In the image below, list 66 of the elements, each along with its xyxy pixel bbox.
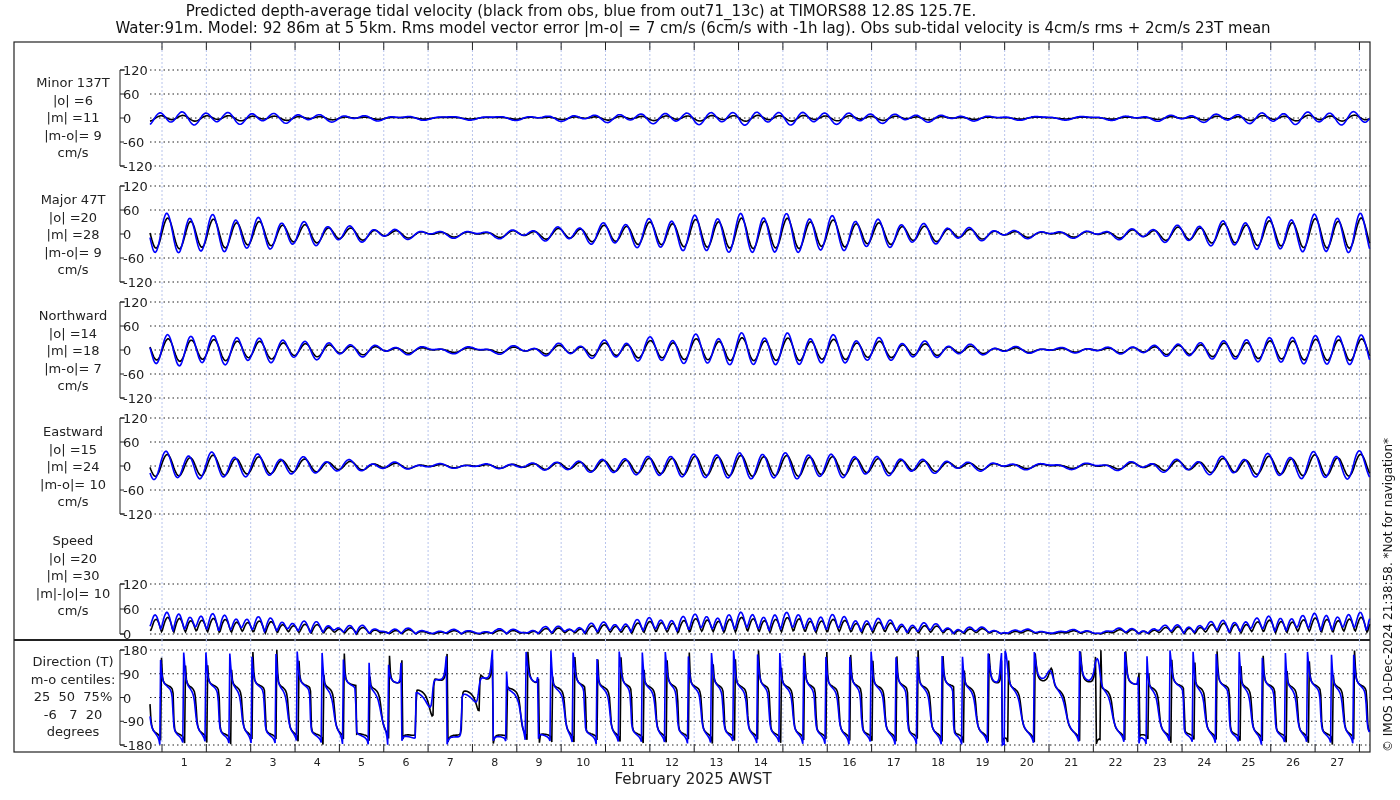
tick-label: 120 <box>123 179 148 194</box>
tick-label: -120 <box>123 159 153 174</box>
tick-label: 120 <box>123 411 148 426</box>
y-axis <box>119 583 126 635</box>
tick-label: 180 <box>123 643 148 658</box>
day-label: 16 <box>842 756 857 769</box>
day-label: 17 <box>886 756 901 769</box>
tick-label: 120 <box>123 63 148 78</box>
day-label: 4 <box>313 756 321 769</box>
panel-label: Major 47T |o| =20 |m| =28 |m-o|= 9 cm/s <box>40 192 106 277</box>
tick-label: 0 <box>123 343 132 358</box>
day-label: 25 <box>1241 756 1256 769</box>
tick-label: -60 <box>123 251 145 266</box>
day-label: 21 <box>1064 756 1079 769</box>
tick-label: 0 <box>123 627 132 642</box>
day-label: 2 <box>225 756 232 769</box>
tick-label: 60 <box>123 203 140 218</box>
tick-label: 60 <box>123 319 140 334</box>
chart-title: Water:91m. Model: 92 86m at 5 5km. Rms model vector error |m-o| = 7 cm/s (6cm/s with -1h lag). Obs sub-tidal velocity is 4cm/s rms + 2cm/s 23T mean <box>115 19 1271 37</box>
day-label: 12 <box>665 756 680 769</box>
tick-label: -120 <box>123 507 153 522</box>
tick-label: -60 <box>123 367 145 382</box>
day-label: 19 <box>975 756 990 769</box>
day-label: 13 <box>709 756 724 769</box>
day-label: 3 <box>269 756 277 769</box>
tick-label: 0 <box>123 459 132 474</box>
copyright-notice: © IMOS 10-Dec-2024 21:38:58. *Not for navigation* <box>1381 437 1395 753</box>
day-label: 26 <box>1285 756 1300 769</box>
day-label: 11 <box>620 756 635 769</box>
panel-label: Northward |o| =14 |m| =18 |m-o|= 7 cm/s <box>38 308 108 393</box>
tick-label: -180 <box>123 738 153 753</box>
tick-label: -90 <box>123 714 145 730</box>
day-label: 7 <box>446 756 454 769</box>
day-label: 1 <box>180 756 188 769</box>
day-label: 9 <box>535 756 543 769</box>
tick-label: -120 <box>123 275 153 290</box>
axis-title: February 2025 AWST <box>614 770 772 788</box>
tick-label: -60 <box>123 135 145 150</box>
tick-label: 0 <box>123 111 132 126</box>
tick-label: -60 <box>123 483 145 498</box>
tick-label: 90 <box>123 666 140 682</box>
day-label: 6 <box>402 756 410 769</box>
tick-label: 60 <box>123 435 140 450</box>
day-label: 10 <box>576 756 591 769</box>
tick-label: 0 <box>123 690 132 706</box>
panel-label: Eastward |o| =15 |m| =24 |m-o|= 10 cm/s <box>40 424 106 509</box>
day-label: 27 <box>1330 756 1345 769</box>
day-label: 5 <box>358 756 366 769</box>
panel-label: Direction (T) m-o centiles: 25 50 75% -6 7 20 degrees <box>30 654 116 739</box>
tick-label: 60 <box>123 87 140 102</box>
panel-label: Speed |o| =20 |m| =30 |m|-|o|= 10 cm/s <box>35 533 111 618</box>
day-label: 14 <box>753 756 768 769</box>
day-label: 20 <box>1019 756 1034 769</box>
day-label: 15 <box>798 756 813 769</box>
panel-label: Minor 137T |o| =6 |m| =11 |m-o|= 9 cm/s <box>36 75 110 160</box>
day-label: 22 <box>1108 756 1123 769</box>
day-label: 18 <box>931 756 946 769</box>
tick-label: 120 <box>123 295 148 310</box>
tick-label: -120 <box>123 391 153 406</box>
day-label: 24 <box>1197 756 1212 769</box>
day-label: 23 <box>1152 756 1167 769</box>
tick-label: 0 <box>123 227 132 242</box>
tick-label: 60 <box>123 602 140 617</box>
chart-title: Predicted depth-average tidal velocity (black from obs, blue from out71_13c) at TIMORS88 12.8S 125.7E. <box>185 2 977 20</box>
day-label: 8 <box>491 756 499 769</box>
tick-label: 120 <box>123 577 148 592</box>
